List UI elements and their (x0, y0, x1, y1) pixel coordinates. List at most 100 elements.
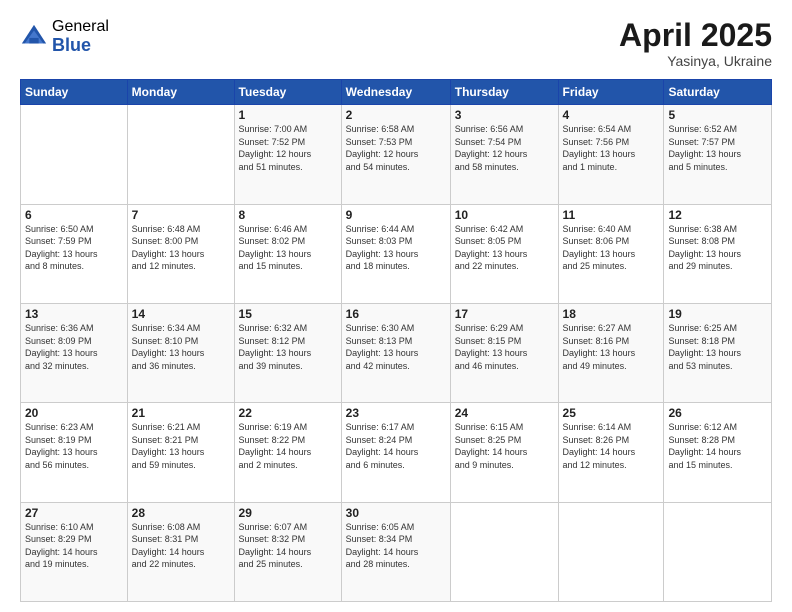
day-info: Sunrise: 6:08 AM Sunset: 8:31 PM Dayligh… (132, 521, 230, 571)
table-row: 7Sunrise: 6:48 AM Sunset: 8:00 PM Daylig… (127, 204, 234, 303)
day-number: 11 (563, 208, 660, 222)
month-title: April 2025 (619, 18, 772, 53)
day-number: 1 (239, 108, 337, 122)
table-row (558, 502, 664, 601)
table-row: 1Sunrise: 7:00 AM Sunset: 7:52 PM Daylig… (234, 105, 341, 204)
calendar-week-row: 1Sunrise: 7:00 AM Sunset: 7:52 PM Daylig… (21, 105, 772, 204)
table-row: 11Sunrise: 6:40 AM Sunset: 8:06 PM Dayli… (558, 204, 664, 303)
day-number: 2 (346, 108, 446, 122)
day-number: 10 (455, 208, 554, 222)
day-number: 26 (668, 406, 767, 420)
calendar-week-row: 6Sunrise: 6:50 AM Sunset: 7:59 PM Daylig… (21, 204, 772, 303)
header-friday: Friday (558, 80, 664, 105)
calendar-table: Sunday Monday Tuesday Wednesday Thursday… (20, 79, 772, 602)
day-number: 22 (239, 406, 337, 420)
logo: General Blue (20, 18, 109, 55)
table-row: 5Sunrise: 6:52 AM Sunset: 7:57 PM Daylig… (664, 105, 772, 204)
table-row: 20Sunrise: 6:23 AM Sunset: 8:19 PM Dayli… (21, 403, 128, 502)
day-info: Sunrise: 6:10 AM Sunset: 8:29 PM Dayligh… (25, 521, 123, 571)
header-sunday: Sunday (21, 80, 128, 105)
day-number: 6 (25, 208, 123, 222)
day-number: 24 (455, 406, 554, 420)
day-info: Sunrise: 6:14 AM Sunset: 8:26 PM Dayligh… (563, 421, 660, 471)
header-monday: Monday (127, 80, 234, 105)
calendar-header-row: Sunday Monday Tuesday Wednesday Thursday… (21, 80, 772, 105)
table-row: 17Sunrise: 6:29 AM Sunset: 8:15 PM Dayli… (450, 303, 558, 402)
day-info: Sunrise: 6:05 AM Sunset: 8:34 PM Dayligh… (346, 521, 446, 571)
day-number: 4 (563, 108, 660, 122)
day-info: Sunrise: 6:54 AM Sunset: 7:56 PM Dayligh… (563, 123, 660, 173)
table-row: 27Sunrise: 6:10 AM Sunset: 8:29 PM Dayli… (21, 502, 128, 601)
table-row: 22Sunrise: 6:19 AM Sunset: 8:22 PM Dayli… (234, 403, 341, 502)
table-row (127, 105, 234, 204)
day-info: Sunrise: 6:27 AM Sunset: 8:16 PM Dayligh… (563, 322, 660, 372)
day-number: 17 (455, 307, 554, 321)
table-row: 3Sunrise: 6:56 AM Sunset: 7:54 PM Daylig… (450, 105, 558, 204)
calendar-week-row: 13Sunrise: 6:36 AM Sunset: 8:09 PM Dayli… (21, 303, 772, 402)
day-info: Sunrise: 6:38 AM Sunset: 8:08 PM Dayligh… (668, 223, 767, 273)
day-number: 27 (25, 506, 123, 520)
day-number: 19 (668, 307, 767, 321)
day-info: Sunrise: 6:12 AM Sunset: 8:28 PM Dayligh… (668, 421, 767, 471)
table-row: 6Sunrise: 6:50 AM Sunset: 7:59 PM Daylig… (21, 204, 128, 303)
day-number: 14 (132, 307, 230, 321)
day-number: 5 (668, 108, 767, 122)
day-info: Sunrise: 6:30 AM Sunset: 8:13 PM Dayligh… (346, 322, 446, 372)
header-saturday: Saturday (664, 80, 772, 105)
day-number: 20 (25, 406, 123, 420)
table-row: 18Sunrise: 6:27 AM Sunset: 8:16 PM Dayli… (558, 303, 664, 402)
day-info: Sunrise: 6:48 AM Sunset: 8:00 PM Dayligh… (132, 223, 230, 273)
table-row: 28Sunrise: 6:08 AM Sunset: 8:31 PM Dayli… (127, 502, 234, 601)
day-info: Sunrise: 6:36 AM Sunset: 8:09 PM Dayligh… (25, 322, 123, 372)
logo-general: General (52, 18, 109, 36)
day-info: Sunrise: 6:21 AM Sunset: 8:21 PM Dayligh… (132, 421, 230, 471)
day-info: Sunrise: 6:50 AM Sunset: 7:59 PM Dayligh… (25, 223, 123, 273)
day-number: 25 (563, 406, 660, 420)
table-row: 16Sunrise: 6:30 AM Sunset: 8:13 PM Dayli… (341, 303, 450, 402)
day-number: 12 (668, 208, 767, 222)
day-info: Sunrise: 6:34 AM Sunset: 8:10 PM Dayligh… (132, 322, 230, 372)
day-info: Sunrise: 6:32 AM Sunset: 8:12 PM Dayligh… (239, 322, 337, 372)
day-number: 3 (455, 108, 554, 122)
title-area: April 2025 Yasinya, Ukraine (619, 18, 772, 69)
day-number: 13 (25, 307, 123, 321)
table-row (450, 502, 558, 601)
header-thursday: Thursday (450, 80, 558, 105)
day-number: 8 (239, 208, 337, 222)
page-header: General Blue April 2025 Yasinya, Ukraine (20, 18, 772, 69)
table-row: 25Sunrise: 6:14 AM Sunset: 8:26 PM Dayli… (558, 403, 664, 502)
day-number: 15 (239, 307, 337, 321)
location-subtitle: Yasinya, Ukraine (619, 53, 772, 69)
table-row: 19Sunrise: 6:25 AM Sunset: 8:18 PM Dayli… (664, 303, 772, 402)
table-row: 2Sunrise: 6:58 AM Sunset: 7:53 PM Daylig… (341, 105, 450, 204)
header-tuesday: Tuesday (234, 80, 341, 105)
table-row: 21Sunrise: 6:21 AM Sunset: 8:21 PM Dayli… (127, 403, 234, 502)
day-number: 30 (346, 506, 446, 520)
day-number: 28 (132, 506, 230, 520)
logo-blue: Blue (52, 36, 109, 56)
header-wednesday: Wednesday (341, 80, 450, 105)
day-info: Sunrise: 6:17 AM Sunset: 8:24 PM Dayligh… (346, 421, 446, 471)
day-number: 16 (346, 307, 446, 321)
day-info: Sunrise: 6:19 AM Sunset: 8:22 PM Dayligh… (239, 421, 337, 471)
day-info: Sunrise: 7:00 AM Sunset: 7:52 PM Dayligh… (239, 123, 337, 173)
day-number: 23 (346, 406, 446, 420)
table-row: 15Sunrise: 6:32 AM Sunset: 8:12 PM Dayli… (234, 303, 341, 402)
table-row: 12Sunrise: 6:38 AM Sunset: 8:08 PM Dayli… (664, 204, 772, 303)
table-row (21, 105, 128, 204)
table-row: 13Sunrise: 6:36 AM Sunset: 8:09 PM Dayli… (21, 303, 128, 402)
table-row: 8Sunrise: 6:46 AM Sunset: 8:02 PM Daylig… (234, 204, 341, 303)
calendar-week-row: 27Sunrise: 6:10 AM Sunset: 8:29 PM Dayli… (21, 502, 772, 601)
table-row: 29Sunrise: 6:07 AM Sunset: 8:32 PM Dayli… (234, 502, 341, 601)
day-info: Sunrise: 6:25 AM Sunset: 8:18 PM Dayligh… (668, 322, 767, 372)
table-row: 26Sunrise: 6:12 AM Sunset: 8:28 PM Dayli… (664, 403, 772, 502)
table-row: 24Sunrise: 6:15 AM Sunset: 8:25 PM Dayli… (450, 403, 558, 502)
day-info: Sunrise: 6:15 AM Sunset: 8:25 PM Dayligh… (455, 421, 554, 471)
day-info: Sunrise: 6:40 AM Sunset: 8:06 PM Dayligh… (563, 223, 660, 273)
table-row: 14Sunrise: 6:34 AM Sunset: 8:10 PM Dayli… (127, 303, 234, 402)
table-row: 9Sunrise: 6:44 AM Sunset: 8:03 PM Daylig… (341, 204, 450, 303)
day-info: Sunrise: 6:23 AM Sunset: 8:19 PM Dayligh… (25, 421, 123, 471)
day-info: Sunrise: 6:58 AM Sunset: 7:53 PM Dayligh… (346, 123, 446, 173)
day-info: Sunrise: 6:07 AM Sunset: 8:32 PM Dayligh… (239, 521, 337, 571)
table-row: 10Sunrise: 6:42 AM Sunset: 8:05 PM Dayli… (450, 204, 558, 303)
